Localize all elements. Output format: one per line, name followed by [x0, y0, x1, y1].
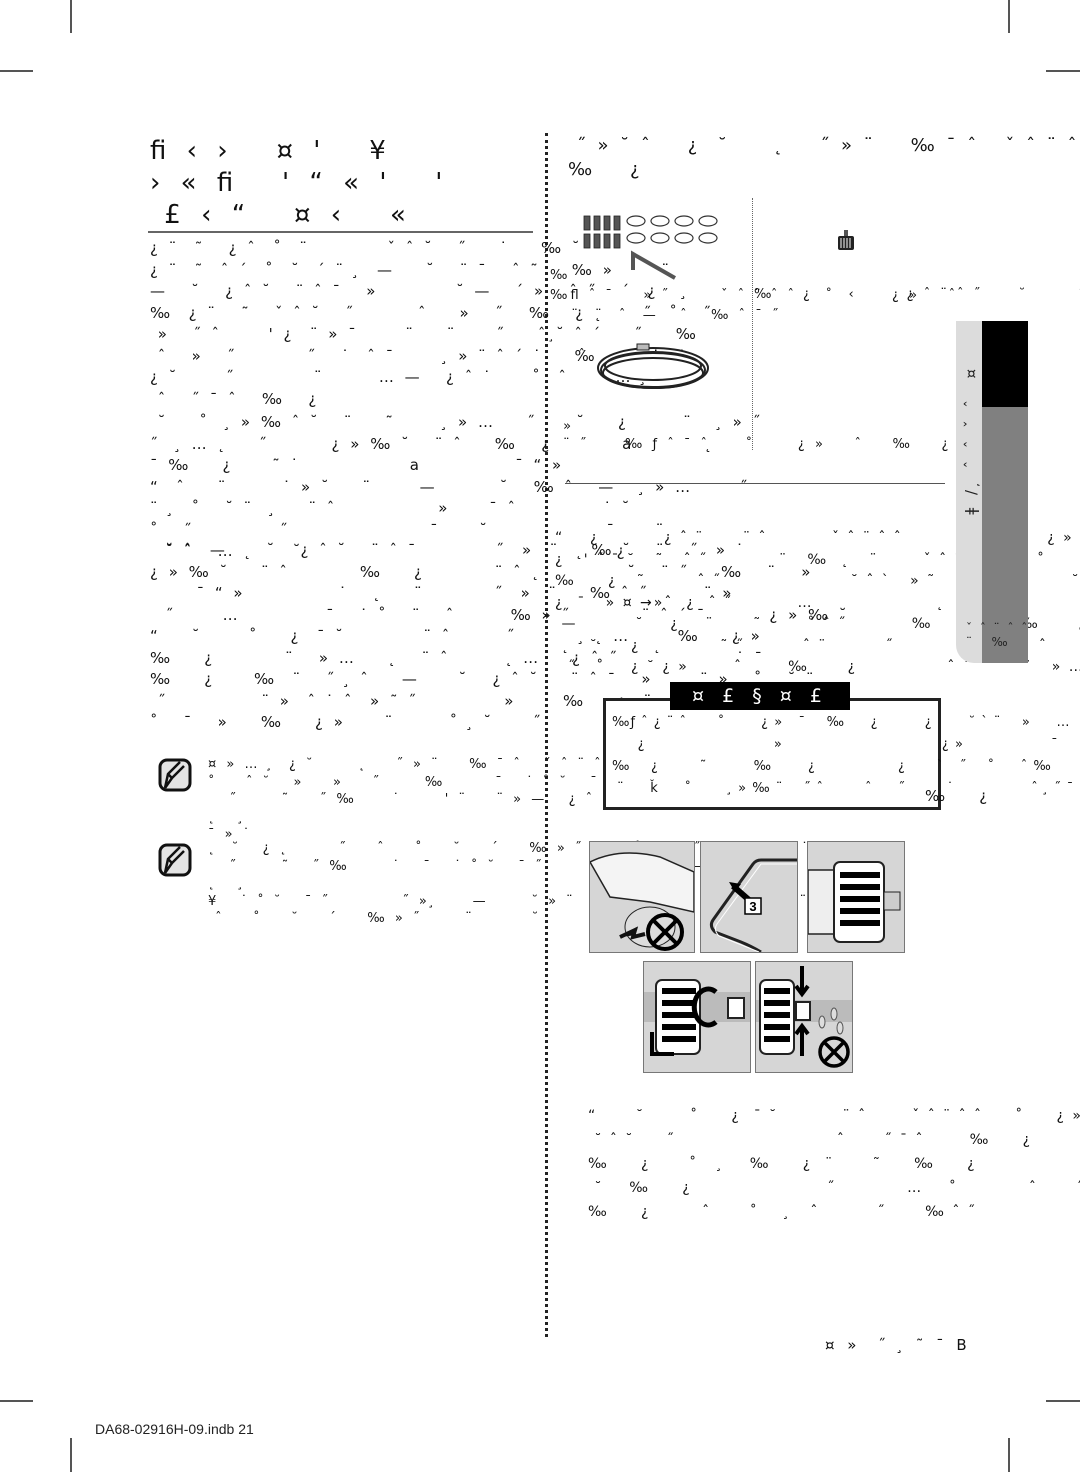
title-line-3: £ ‹ “ ¤ ‹ « — [150, 200, 412, 230]
right-intro: ˝ » ˘ ˆ ¿ ˘ ˛ ˝ » ¨ ‰ ¯ ˆ ˇ ˆ ¨ ˆ ˆ ˚ ¿ … — [568, 135, 1080, 180]
crop-mark-bottom-left-v — [70, 1438, 72, 1472]
chapter-side-tab[interactable]: ǂ / ̦ ˆ ˆ ˇ ˆ ¤ ˇ ˆ ¨ ˆ ˆ ¨ ‰ ¯ ˆ — [956, 321, 1028, 663]
crop-mark-top-right-h — [1046, 70, 1080, 72]
side-tab-tail-text: ˇ ˆ ¨ ˆ ˆ ¨ ‰ ¯ ˆ — [966, 621, 1028, 649]
tube-callout-label: 3 — [749, 899, 756, 914]
kit-separator — [565, 483, 945, 484]
water-tube-coil-illustration — [597, 343, 709, 389]
kit-right-caption: ‰ ¿ ‹ ¿ ˆ ¨ ˆ ˝ ˘ ˝ ̧ ˛ … — [754, 287, 1080, 302]
crop-mark-bottom-right-v — [1008, 1438, 1010, 1472]
figure-filter-closeup — [807, 841, 905, 953]
crop-mark-bottom-left-h — [0, 1400, 33, 1402]
footer-file-info: DA68-02916H-09.indb 21 — [95, 1421, 254, 1437]
closing-paragraph: “ ˘ ˚ ¿ ¯ ˘ ¨ ˆ ˇ ˆ ¨ ˆ ˆ ˚ ¿ » ˆ ‰ ¿ ¯ … — [588, 1108, 1080, 1220]
note-pencil-icon — [158, 843, 192, 877]
figure-hand-remove-cap — [589, 841, 695, 953]
title-underline — [148, 231, 533, 233]
page-number-label: ¤ » ˝ ̧ ˜ ¯ B — [825, 1336, 971, 1354]
figure-tube-routing: 3 — [700, 841, 798, 953]
figure-tighten-fitting — [643, 961, 751, 1073]
crop-mark-top-left-v — [70, 0, 72, 33]
crop-mark-bottom-right-h — [1046, 1400, 1080, 1402]
side-tab-active-block — [982, 321, 1028, 407]
title-line-2: › « ﬁ ' “ « ' ' — [150, 168, 449, 198]
crop-mark-top-right-v — [1008, 0, 1010, 33]
water-filter-small-illustration — [838, 230, 854, 250]
crop-mark-top-left-h — [0, 70, 33, 72]
caution-trailing-text: ‰ ¿ — [925, 787, 991, 805]
figure-no-overtighten — [755, 961, 853, 1073]
note-pencil-icon — [158, 758, 192, 792]
side-tab-label: ǂ / ̦ ˆ ˆ ˇ ˆ ¤ — [962, 365, 980, 515]
caution-header: ¤ £ § ¤ £ — [670, 682, 850, 710]
kit-left-caption-2: » ¨ ˝ ‰ ƒ ˆ ¯ ˆ ˚ ¿ » ˆ ‰ ¿ — [563, 419, 952, 452]
title-line-1: ﬁ ‹ › ¤ ' ¥ — [150, 136, 392, 166]
caution-text: ‰ƒ ˆ ¿ ¨ ˆ ˚ ¿ » ¯ ‰ ¿ ¿ ˘ ˋ ¨ » … ˝ ¿ »… — [612, 715, 1080, 796]
